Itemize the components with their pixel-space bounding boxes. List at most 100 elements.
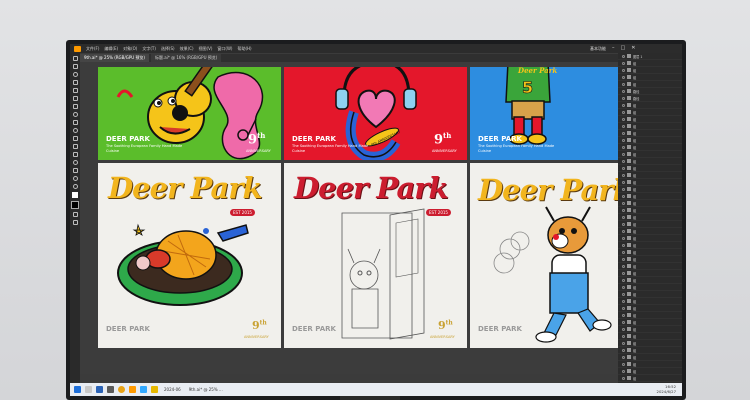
- eye-icon[interactable]: [622, 208, 625, 212]
- layer-row[interactable]: 组: [618, 186, 682, 193]
- layer-row[interactable]: 组: [618, 116, 682, 123]
- eye-icon[interactable]: [622, 299, 625, 303]
- pencil-tool-icon[interactable]: [72, 120, 78, 125]
- eye-icon[interactable]: [622, 152, 625, 156]
- layer-row[interactable]: 组: [618, 109, 682, 116]
- layer-row[interactable]: 组: [618, 207, 682, 214]
- eye-icon[interactable]: [622, 271, 625, 275]
- layer-row[interactable]: 组: [618, 151, 682, 158]
- layer-row[interactable]: 组: [618, 361, 682, 368]
- paintbrush-tool-icon[interactable]: [72, 112, 78, 117]
- layer-row[interactable]: 组: [618, 256, 682, 263]
- illustrator-icon[interactable]: [129, 386, 136, 393]
- minimize-icon[interactable]: –: [612, 44, 615, 53]
- close-icon[interactable]: ✕: [631, 44, 635, 53]
- shape-builder-tool-icon[interactable]: [72, 152, 78, 157]
- layer-row[interactable]: 组: [618, 193, 682, 200]
- eye-icon[interactable]: [622, 159, 625, 163]
- eye-icon[interactable]: [622, 236, 625, 240]
- eyedropper-tool-icon[interactable]: [72, 160, 78, 165]
- direct-selection-tool-icon[interactable]: [72, 64, 78, 69]
- taskbar-item-folder[interactable]: 2024-06: [162, 387, 183, 392]
- menu-item-type[interactable]: 文字(T): [142, 44, 156, 53]
- tab-document-9th[interactable]: 9th.ai* @ 25% (RGB/GPU 预览): [80, 54, 149, 62]
- eye-icon[interactable]: [622, 110, 625, 114]
- eye-icon[interactable]: [622, 82, 625, 86]
- layer-row[interactable]: 路径: [618, 95, 682, 102]
- layer-row[interactable]: 组: [618, 67, 682, 74]
- menu-item-file[interactable]: 文件(F): [86, 44, 99, 53]
- eye-icon[interactable]: [622, 229, 625, 233]
- layer-row[interactable]: 组: [618, 270, 682, 277]
- layer-row[interactable]: 组: [618, 354, 682, 361]
- scale-tool-icon[interactable]: [72, 136, 78, 141]
- layer-row[interactable]: 组: [618, 172, 682, 179]
- taskbar-item-illustrator[interactable]: 9th.ai* @ 25% ...: [187, 387, 225, 392]
- layer-row[interactable]: 组: [618, 102, 682, 109]
- eye-icon[interactable]: [622, 131, 625, 135]
- eye-icon[interactable]: [622, 194, 625, 198]
- eye-icon[interactable]: [622, 222, 625, 226]
- maximize-icon[interactable]: □: [621, 44, 626, 53]
- layer-row[interactable]: 路径: [618, 88, 682, 95]
- eye-icon[interactable]: [622, 180, 625, 184]
- layer-row[interactable]: 组: [618, 130, 682, 137]
- layer-row[interactable]: 组: [618, 326, 682, 333]
- screen-mode-icon[interactable]: [72, 220, 78, 225]
- eye-icon[interactable]: [622, 369, 625, 373]
- menu-item-effect[interactable]: 效果(C): [180, 44, 194, 53]
- layer-row[interactable]: 组: [618, 214, 682, 221]
- eye-icon[interactable]: [622, 243, 625, 247]
- stroke-color-swatch[interactable]: [71, 201, 79, 209]
- layer-row[interactable]: 组: [618, 221, 682, 228]
- system-clock[interactable]: 16:52 2024/6/27: [657, 384, 676, 394]
- layer-row[interactable]: 组: [618, 277, 682, 284]
- layer-row[interactable]: 组: [618, 74, 682, 81]
- eye-icon[interactable]: [622, 61, 625, 65]
- layer-row[interactable]: 组: [618, 242, 682, 249]
- eye-icon[interactable]: [622, 89, 625, 93]
- eye-icon[interactable]: [622, 355, 625, 359]
- eye-icon[interactable]: [622, 285, 625, 289]
- eye-icon[interactable]: [622, 264, 625, 268]
- menu-item-view[interactable]: 视图(V): [199, 44, 213, 53]
- menu-item-help[interactable]: 帮助(H): [237, 44, 251, 53]
- eye-icon[interactable]: [622, 313, 625, 317]
- eye-icon[interactable]: [622, 215, 625, 219]
- draw-mode-icon[interactable]: [72, 212, 78, 217]
- menu-item-edit[interactable]: 编辑(E): [104, 44, 118, 53]
- file-explorer-icon[interactable]: [151, 386, 158, 393]
- terminal-icon[interactable]: [107, 386, 114, 393]
- layer-row[interactable]: 组: [618, 312, 682, 319]
- workspace-switcher[interactable]: 基本功能: [590, 44, 606, 53]
- layer-row[interactable]: 组: [618, 298, 682, 305]
- eye-icon[interactable]: [622, 96, 625, 100]
- line-tool-icon[interactable]: [72, 96, 78, 101]
- layer-row[interactable]: 组: [618, 144, 682, 151]
- chrome-icon[interactable]: [118, 386, 125, 393]
- eye-icon[interactable]: [622, 362, 625, 366]
- layer-row[interactable]: 组: [618, 235, 682, 242]
- rectangle-tool-icon[interactable]: [72, 104, 78, 109]
- layer-row[interactable]: 组: [618, 291, 682, 298]
- type-tool-icon[interactable]: [72, 88, 78, 93]
- layer-row[interactable]: 组: [618, 319, 682, 326]
- artboard-deer-character[interactable]: Deer Park DEER PARK: [470, 163, 618, 348]
- eye-icon[interactable]: [622, 327, 625, 331]
- artboard-green-guitar[interactable]: DEER PARK The Soothing European Family H…: [98, 67, 281, 160]
- layer-row[interactable]: 组: [618, 137, 682, 144]
- layer-row[interactable]: 组: [618, 249, 682, 256]
- menu-item-window[interactable]: 窗口(W): [217, 44, 232, 53]
- layer-row[interactable]: 组: [618, 158, 682, 165]
- layer-row[interactable]: 组: [618, 60, 682, 67]
- task-view-icon[interactable]: [96, 386, 103, 393]
- artboard-blue-deer[interactable]: Deer Park 5 DEER PARK The Soothing Europ…: [470, 67, 618, 160]
- eye-icon[interactable]: [622, 250, 625, 254]
- eye-icon[interactable]: [622, 201, 625, 205]
- width-tool-icon[interactable]: [72, 144, 78, 149]
- eye-icon[interactable]: [622, 376, 625, 380]
- layer-row[interactable]: 组: [618, 333, 682, 340]
- layer-row[interactable]: 组: [618, 200, 682, 207]
- eye-icon[interactable]: [622, 145, 625, 149]
- layer-row[interactable]: 组: [618, 305, 682, 312]
